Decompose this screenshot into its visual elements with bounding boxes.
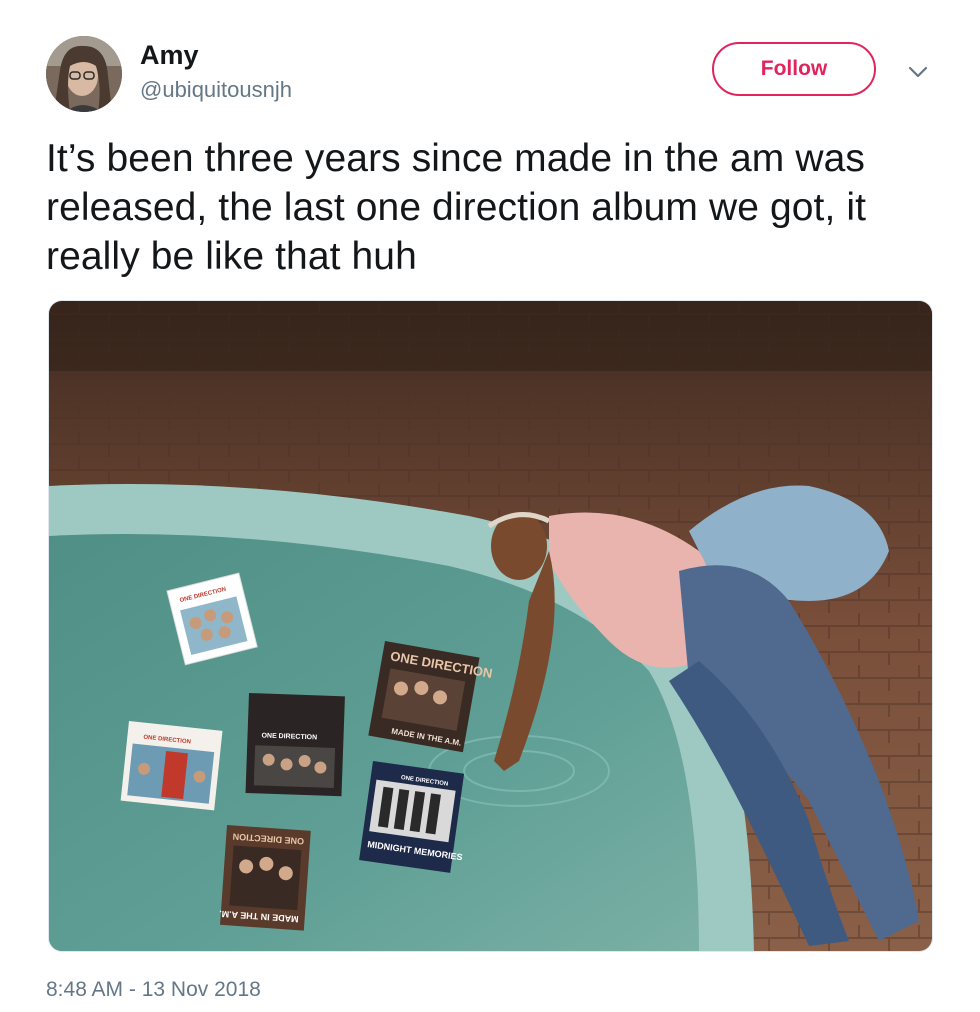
follow-button[interactable]: Follow	[712, 42, 876, 96]
avatar-photo	[46, 36, 122, 112]
author-avatar[interactable]	[46, 36, 122, 112]
chevron-down-icon[interactable]	[904, 62, 932, 82]
author-handle[interactable]: @ubiquitousnjh	[140, 77, 292, 103]
tweet-media-image[interactable]: ONE DIRECTION ONE DIRECTION MADE IN THE …	[48, 300, 933, 952]
meme-photo: ONE DIRECTION ONE DIRECTION MADE IN THE …	[49, 301, 932, 951]
tweet-timestamp[interactable]: 8:48 AM - 13 Nov 2018	[46, 978, 261, 1002]
author-name[interactable]: Amy	[140, 40, 199, 71]
tweet-text: It’s been three years since made in the …	[46, 137, 867, 278]
